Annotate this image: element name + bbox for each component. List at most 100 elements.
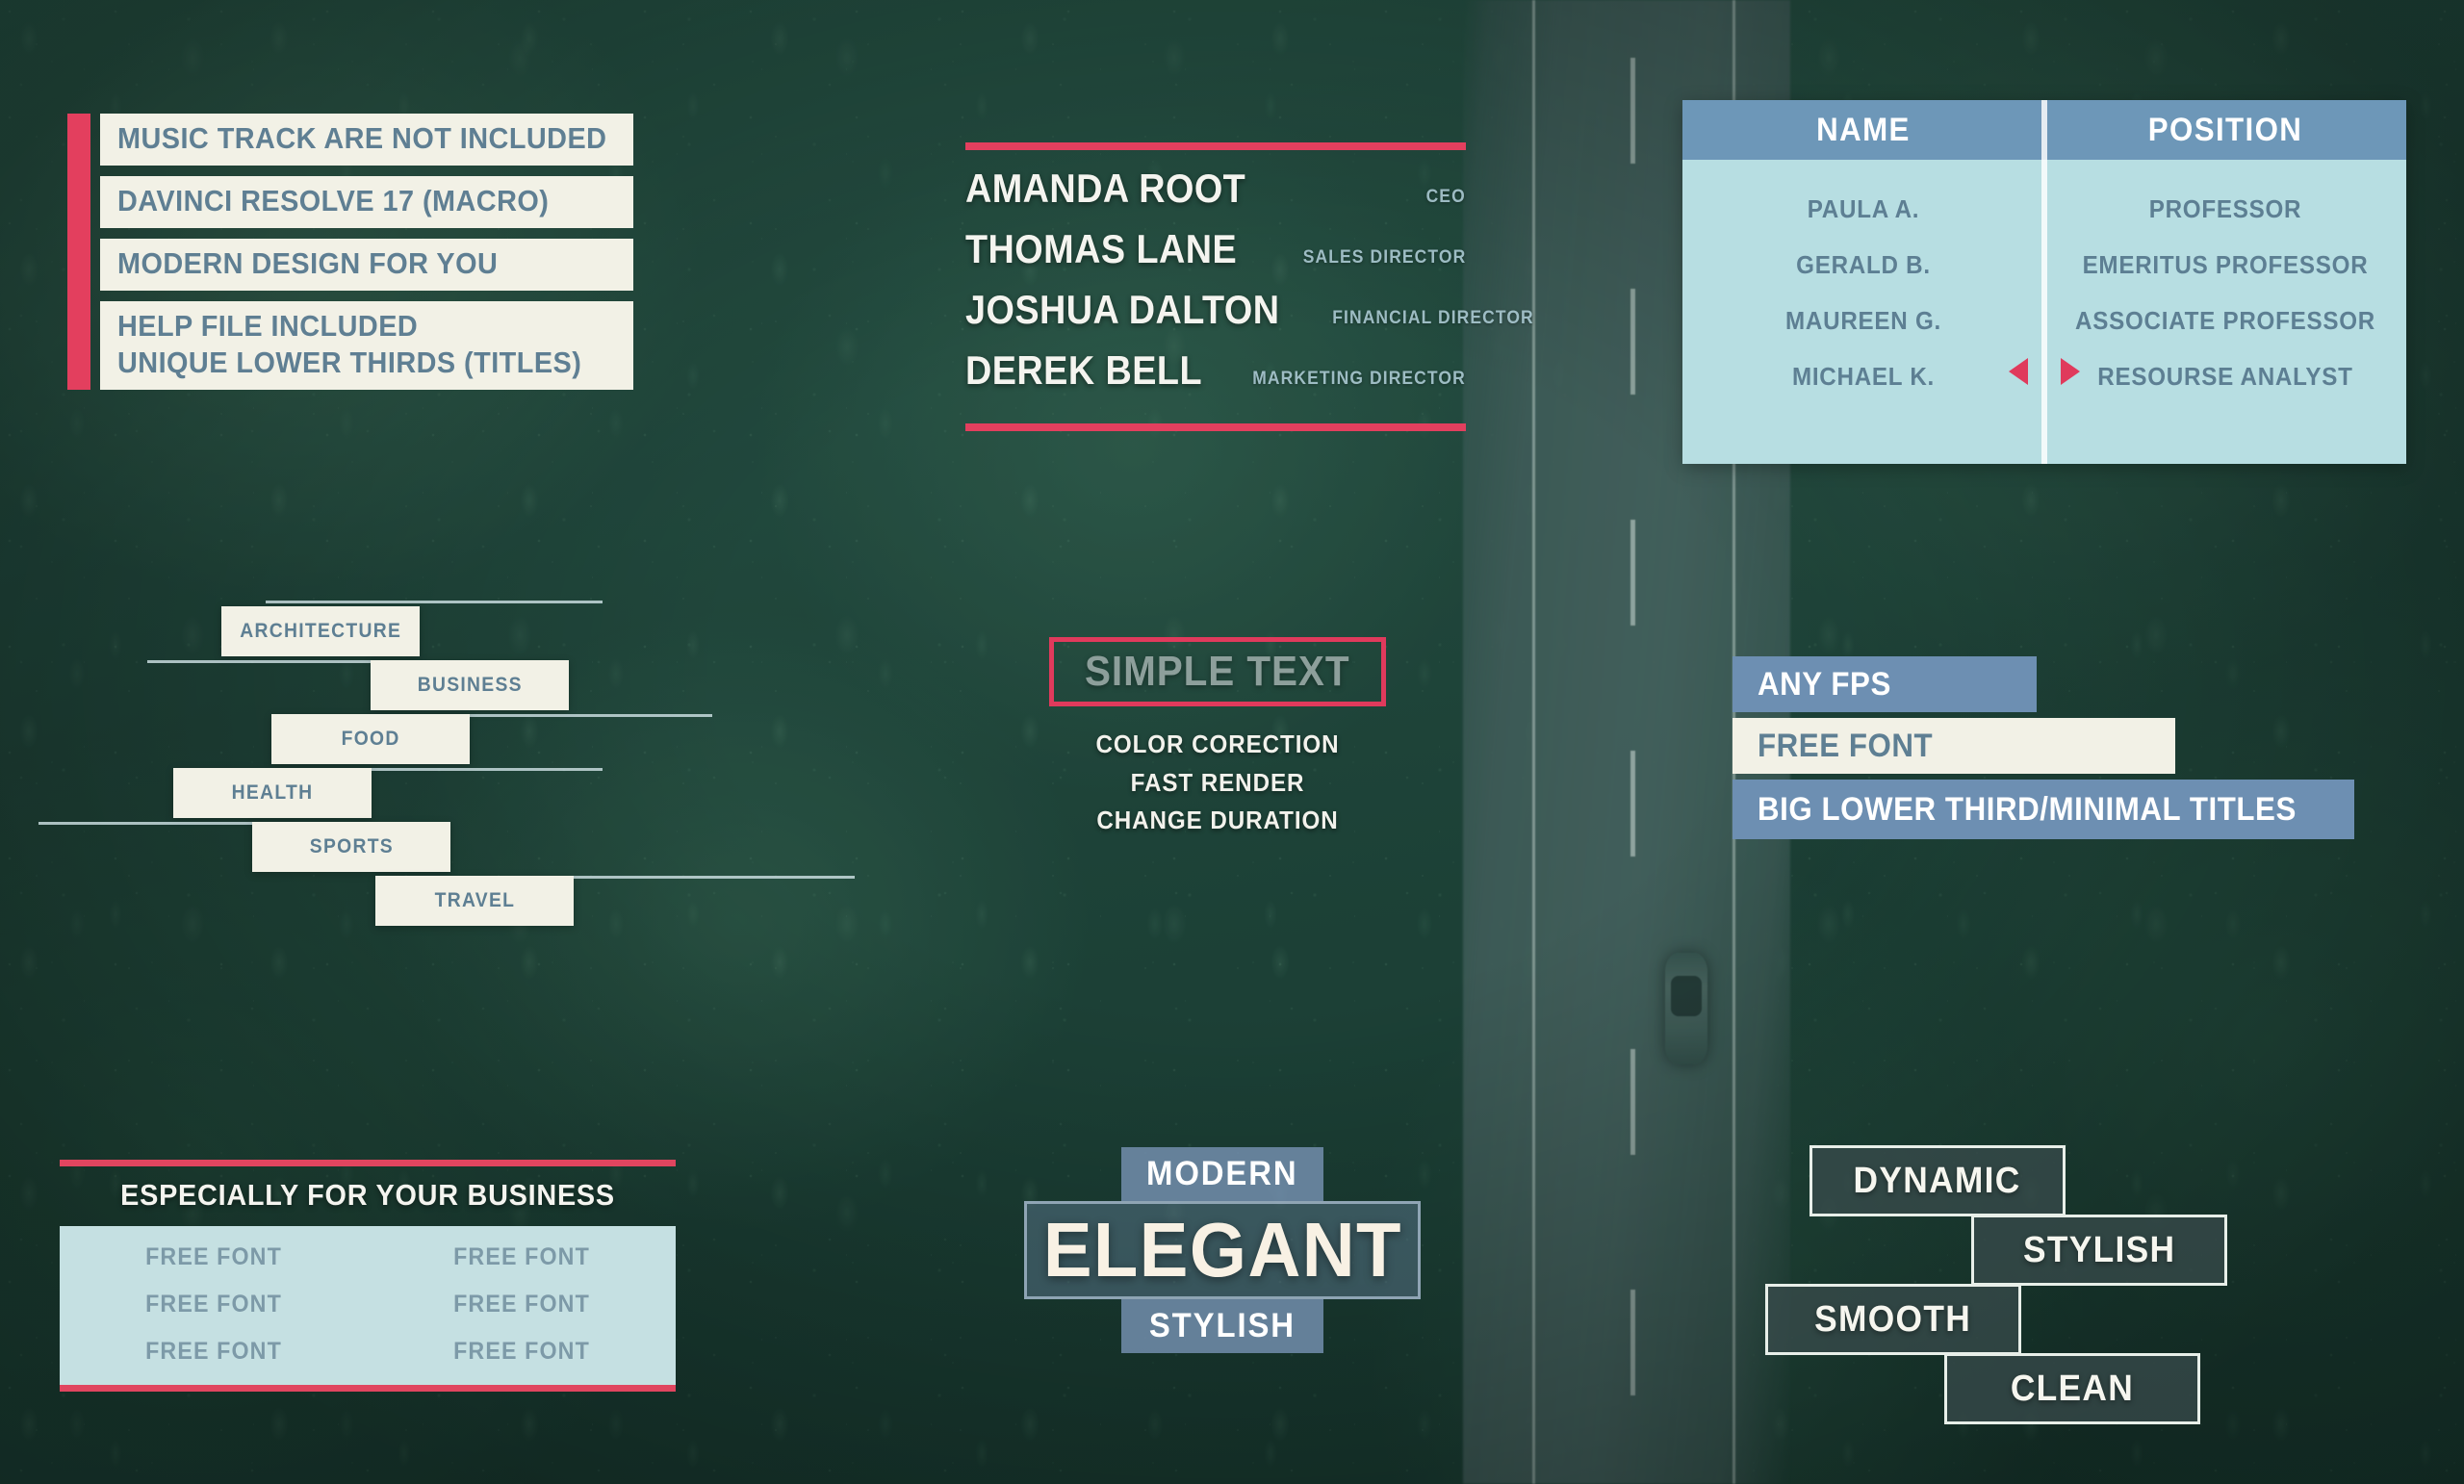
category-box[interactable]: BUSINESS xyxy=(371,660,569,710)
adjective-label: STYLISH xyxy=(2022,1229,2176,1270)
cell-position: ASSOCIATE PROFESSOR xyxy=(2075,305,2375,335)
feature-text: MODERN DESIGN FOR YOU xyxy=(117,246,499,280)
feature-bar-label: ANY FPS xyxy=(1758,665,1891,703)
feature-list-panel: MUSIC TRACK ARE NOT INCLUDED DAVINCI RES… xyxy=(67,114,633,390)
business-cell: FREE FONT xyxy=(145,1291,282,1318)
cell-name: PAULA A. xyxy=(1807,193,1920,223)
person-name: AMANDA ROOT xyxy=(965,166,1246,211)
table-header-name: NAME xyxy=(1816,111,1911,148)
elegant-bottom-band: STYLISH xyxy=(1121,1299,1323,1353)
person-row[interactable]: THOMAS LANE SALES DIRECTOR xyxy=(965,226,1466,287)
accent-bar-left xyxy=(67,114,90,390)
table-nav-arrows xyxy=(2009,358,2080,385)
feature-row[interactable]: MUSIC TRACK ARE NOT INCLUDED xyxy=(100,114,633,166)
feature-row[interactable]: MODERN DESIGN FOR YOU xyxy=(100,239,633,291)
feature-row[interactable]: DAVINCI RESOLVE 17 (MACRO) xyxy=(100,176,633,228)
feature-rows: MUSIC TRACK ARE NOT INCLUDED DAVINCI RES… xyxy=(100,114,633,390)
simple-text-bullet: COLOR CORECTION xyxy=(1095,729,1340,758)
simple-text-bullet: CHANGE DURATION xyxy=(1096,806,1339,835)
category-label: TRAVEL xyxy=(434,889,515,911)
business-cell: FREE FONT xyxy=(453,1338,590,1365)
feature-bar[interactable]: ANY FPS xyxy=(1732,656,2037,712)
adjective-label: SMOOTH xyxy=(1814,1298,1972,1340)
cell-position: RESOURSE ANALYST xyxy=(2097,361,2353,391)
elegant-top-label: MODERN xyxy=(1146,1155,1298,1192)
person-row[interactable]: DEREK BELL MARKETING DIRECTOR xyxy=(965,347,1466,408)
elegant-bottom-label: STYLISH xyxy=(1148,1307,1296,1344)
category-box[interactable]: HEALTH xyxy=(173,768,372,818)
adjective-stack: DYNAMIC STYLISH SMOOTH CLEAN xyxy=(1765,1145,2329,1434)
category-stack: ARCHITECTURE BUSINESS FOOD HEALTH SPORTS… xyxy=(38,597,886,926)
category-box[interactable]: ARCHITECTURE xyxy=(221,606,420,656)
table-header-position: POSITION xyxy=(2147,111,2303,148)
adjective-box[interactable]: STYLISH xyxy=(1971,1215,2227,1286)
next-arrow-icon[interactable] xyxy=(2061,358,2080,385)
team-names-panel: AMANDA ROOT CEO THOMAS LANE SALES DIRECT… xyxy=(965,142,1532,431)
category-box[interactable]: TRAVEL xyxy=(375,876,574,926)
simple-text-bullet: FAST RENDER xyxy=(1130,767,1305,797)
category-label: SPORTS xyxy=(309,835,394,857)
business-rule-bottom xyxy=(60,1385,676,1392)
staff-table: NAME POSITION PAULA A. PROFESSOR GERALD … xyxy=(1682,100,2406,464)
elegant-top-band: MODERN xyxy=(1121,1147,1323,1201)
feature-text: MUSIC TRACK ARE NOT INCLUDED xyxy=(117,121,607,155)
feature-bar[interactable]: BIG LOWER THIRD/MINIMAL TITLES xyxy=(1732,780,2354,839)
business-panel-title: ESPECIALLY FOR YOUR BUSINESS xyxy=(120,1178,615,1212)
cell-name: GERALD B. xyxy=(1796,249,1931,279)
feature-bar[interactable]: FREE FONT xyxy=(1732,718,2175,774)
adjective-box[interactable]: DYNAMIC xyxy=(1810,1145,2066,1216)
business-font-grid: FREE FONT FREE FONT FREE FONT FREE FONT … xyxy=(60,1226,676,1385)
table-row[interactable]: GERALD B. EMERITUS PROFESSOR xyxy=(1682,237,2406,293)
category-label: HEALTH xyxy=(231,781,314,804)
slide-canvas: MUSIC TRACK ARE NOT INCLUDED DAVINCI RES… xyxy=(0,0,2464,1484)
table-row[interactable]: PAULA A. PROFESSOR xyxy=(1682,181,2406,237)
person-row[interactable]: JOSHUA DALTON FINANCIAL DIRECTOR xyxy=(965,287,1532,347)
category-line xyxy=(266,601,603,603)
category-line xyxy=(566,876,855,879)
category-label: FOOD xyxy=(341,728,400,750)
feature-text: DAVINCI RESOLVE 17 (MACRO) xyxy=(117,184,550,217)
feature-bar-label: FREE FONT xyxy=(1758,727,1934,764)
adjective-box[interactable]: CLEAN xyxy=(1944,1353,2200,1424)
cell-position: EMERITUS PROFESSOR xyxy=(2082,249,2369,279)
business-cell: FREE FONT xyxy=(145,1338,282,1365)
person-role: SALES DIRECTOR xyxy=(1302,247,1466,268)
panel-rule-top xyxy=(965,142,1466,150)
feature-text: HELP FILE INCLUDED xyxy=(117,309,419,343)
business-cell: FREE FONT xyxy=(145,1243,282,1270)
business-panel: ESPECIALLY FOR YOUR BUSINESS FREE FONT F… xyxy=(60,1160,676,1392)
person-name: DEREK BELL xyxy=(965,347,1203,393)
business-cell: FREE FONT xyxy=(453,1243,590,1270)
cell-name: MICHAEL K. xyxy=(1791,361,1936,391)
adjective-box[interactable]: SMOOTH xyxy=(1765,1284,2021,1355)
elegant-main-band[interactable]: ELEGANT xyxy=(1024,1201,1421,1299)
business-rule-top xyxy=(60,1160,676,1166)
business-cell: FREE FONT xyxy=(453,1291,590,1318)
category-label: ARCHITECTURE xyxy=(240,620,401,642)
category-label: BUSINESS xyxy=(417,674,523,696)
person-name: THOMAS LANE xyxy=(965,226,1238,271)
feature-bar-label: BIG LOWER THIRD/MINIMAL TITLES xyxy=(1758,790,2297,828)
category-box[interactable]: FOOD xyxy=(271,714,470,764)
person-role: CEO xyxy=(1425,187,1466,207)
person-role: MARKETING DIRECTOR xyxy=(1252,369,1466,389)
adjective-label: CLEAN xyxy=(2010,1368,2135,1409)
simple-text-box[interactable]: SIMPLE TEXT xyxy=(1049,637,1386,706)
feature-row[interactable]: HELP FILE INCLUDED UNIQUE LOWER THIRDS (… xyxy=(100,301,633,390)
cell-name: MAUREEN G. xyxy=(1785,305,1941,335)
person-role: FINANCIAL DIRECTOR xyxy=(1331,308,1534,328)
elegant-main-label: ELEGANT xyxy=(1042,1207,1402,1292)
simple-text-headline: SIMPLE TEXT xyxy=(1085,648,1350,695)
person-row[interactable]: AMANDA ROOT CEO xyxy=(965,166,1466,226)
right-feature-bars: ANY FPS FREE FONT BIG LOWER THIRD/MINIMA… xyxy=(1732,656,2354,845)
table-row[interactable]: MAUREEN G. ASSOCIATE PROFESSOR xyxy=(1682,293,2406,348)
simple-text-bullets: COLOR CORECTION FAST RENDER CHANGE DURAT… xyxy=(1061,726,1374,840)
simple-text-block: SIMPLE TEXT COLOR CORECTION FAST RENDER … xyxy=(1049,637,1386,840)
prev-arrow-icon[interactable] xyxy=(2009,358,2028,385)
adjective-label: DYNAMIC xyxy=(1853,1160,2022,1201)
panel-rule-bottom xyxy=(965,423,1466,431)
person-name: JOSHUA DALTON xyxy=(965,287,1280,332)
feature-text: UNIQUE LOWER THIRDS (TITLES) xyxy=(117,345,582,379)
table-body: PAULA A. PROFESSOR GERALD B. EMERITUS PR… xyxy=(1682,160,2406,404)
category-box[interactable]: SPORTS xyxy=(252,822,450,872)
